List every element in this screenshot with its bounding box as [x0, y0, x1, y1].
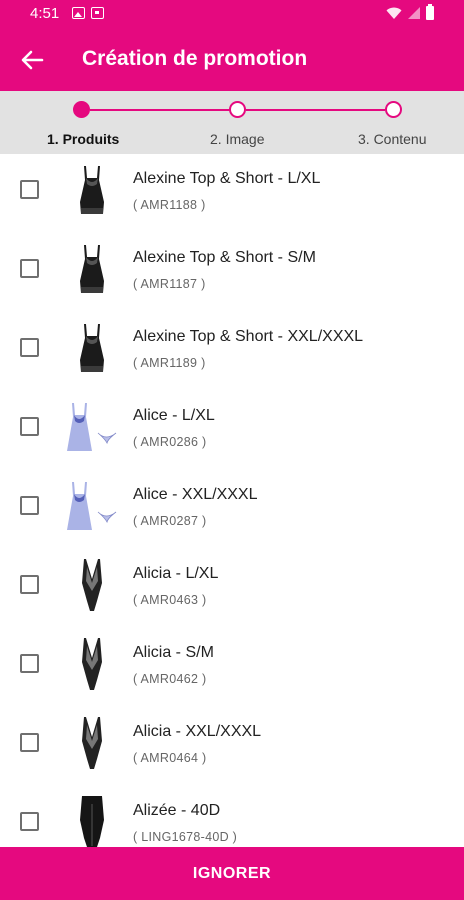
list-item[interactable]: Alicia - XXL/XXXL ( AMR0464 ) [0, 707, 464, 786]
product-name: Alicia - L/XL [133, 565, 219, 582]
list-item[interactable]: Alicia - L/XL ( AMR0463 ) [0, 549, 464, 628]
product-checkbox[interactable] [20, 259, 39, 278]
arrow-left-icon[interactable] [18, 46, 46, 74]
stepper-line [90, 109, 230, 111]
product-name: Alexine Top & Short - XXL/XXXL [133, 328, 364, 345]
step-label-image[interactable]: 2. Image [210, 131, 264, 147]
stepper-line [246, 109, 385, 111]
product-checkbox[interactable] [20, 180, 39, 199]
black-swimsuit-thumbnail [80, 796, 104, 847]
status-time: 4:51 [30, 5, 60, 22]
product-name: Alicia - S/M [133, 644, 214, 661]
list-item[interactable]: Alizée - 40D ( LING1678-40D ) [0, 786, 464, 847]
battery-icon [426, 4, 434, 20]
product-name: Alicia - XXL/XXXL [133, 723, 262, 740]
product-ref: ( AMR0286 ) [133, 435, 207, 449]
stepper: 1. Produits 2. Image 3. Contenu [0, 91, 464, 154]
product-checkbox[interactable] [20, 733, 39, 752]
status-bar: 4:51 [0, 0, 464, 28]
product-name: Alexine Top & Short - S/M [133, 249, 316, 266]
product-checkbox[interactable] [20, 338, 39, 357]
list-item[interactable]: Alice - L/XL ( AMR0286 ) [0, 391, 464, 470]
list-item[interactable]: Alicia - S/M ( AMR0462 ) [0, 628, 464, 707]
list-item[interactable]: Alice - XXL/XXXL ( AMR0287 ) [0, 470, 464, 549]
wifi-icon [386, 7, 402, 19]
image-icon [72, 7, 85, 19]
product-ref: ( AMR0287 ) [133, 514, 207, 528]
black-babydoll-thumbnail [80, 245, 104, 293]
list-item[interactable]: Alexine Top & Short - XXL/XXXL ( AMR1189… [0, 312, 464, 391]
product-ref: ( AMR0463 ) [133, 593, 207, 607]
product-ref: ( AMR1189 ) [133, 356, 206, 370]
black-babydoll-thumbnail [80, 324, 104, 372]
app-bar: Création de promotion [0, 28, 464, 91]
product-name: Alice - XXL/XXXL [133, 486, 258, 503]
list-item[interactable]: Alexine Top & Short - S/M ( AMR1187 ) [0, 233, 464, 312]
product-checkbox[interactable] [20, 654, 39, 673]
product-ref: ( LING1678-40D ) [133, 830, 238, 844]
step-label-contenu[interactable]: 3. Contenu [358, 131, 427, 147]
list-item[interactable]: Alexine Top & Short - L/XL ( AMR1188 ) [0, 154, 464, 233]
product-name: Alexine Top & Short - L/XL [133, 170, 321, 187]
product-ref: ( AMR0464 ) [133, 751, 207, 765]
blue-chemise-thumbnail [67, 482, 117, 530]
step-label-produits[interactable]: 1. Produits [47, 131, 119, 147]
black-babydoll-thumbnail [80, 166, 104, 214]
black-bodysuit-thumbnail [82, 559, 102, 611]
product-checkbox[interactable] [20, 812, 39, 831]
step-dot-2[interactable] [229, 101, 246, 118]
step-dot-1[interactable] [73, 101, 90, 118]
blue-chemise-thumbnail [67, 403, 117, 451]
notification-icon [91, 7, 104, 19]
ignore-button[interactable]: IGNORER [0, 847, 464, 900]
product-checkbox[interactable] [20, 417, 39, 436]
product-ref: ( AMR0462 ) [133, 672, 207, 686]
product-list[interactable]: Alexine Top & Short - L/XL ( AMR1188 ) A… [0, 154, 464, 847]
page-title: Création de promotion [82, 47, 308, 70]
product-checkbox[interactable] [20, 575, 39, 594]
footer-bar: IGNORER [0, 847, 464, 900]
product-ref: ( AMR1187 ) [133, 277, 206, 291]
black-bodysuit-thumbnail [82, 638, 102, 690]
product-name: Alizée - 40D [133, 802, 221, 819]
black-bodysuit-thumbnail [82, 717, 102, 769]
signal-icon [408, 7, 420, 19]
product-name: Alice - L/XL [133, 407, 215, 424]
step-dot-3[interactable] [385, 101, 402, 118]
product-ref: ( AMR1188 ) [133, 198, 206, 212]
product-checkbox[interactable] [20, 496, 39, 515]
